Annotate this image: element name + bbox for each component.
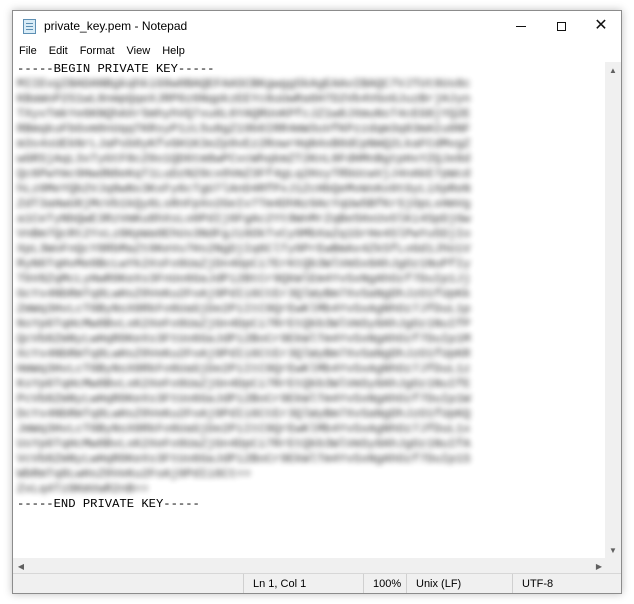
blurred-key-line: PcVb8ZmNyLwHqR0KeXs3FtUo6GaJdPi2BoCr9EkW…: [17, 392, 471, 406]
scroll-down-icon[interactable]: ▼: [605, 542, 621, 558]
scroll-up-icon[interactable]: ▲: [605, 62, 621, 78]
menu-bar: File Edit Format View Help: [13, 41, 621, 61]
notepad-icon: [23, 18, 36, 34]
blurred-key-line: ZdT3aHwU8jMcVb1kQy6LsRnFpXo2GeIv7Tm4DhNz…: [17, 197, 471, 211]
blurred-key-line: TXyvTmkYe6KNQhAXr5mhyhVQ7xu6L6YAQRUoKPfc…: [17, 107, 471, 121]
close-icon: ✕: [594, 17, 608, 34]
blurred-key-line: JmWq3HvLcT0ByNsX8RkFo6UaGjDe2PiItC9QrEwK…: [17, 422, 471, 436]
blurred-key-line: XpL3WoFnQcY8RbMaZt0KeVu7Hs2NgDjIq6ClTy9P…: [17, 242, 471, 256]
menu-help[interactable]: Help: [156, 45, 191, 57]
window-title: private_key.pem - Notepad: [44, 19, 188, 33]
blurred-key-content: MIIEvgIBADANBgkqhkiG9w0BAQEFAASCBKgwggSk…: [13, 77, 607, 497]
blurred-key-line: UsYp6TqHcMw0BvLxK2XeFo9UaZjGn4DpCi7RrEtQ…: [17, 437, 471, 451]
minimize-icon: [516, 25, 526, 27]
menu-view[interactable]: View: [121, 45, 157, 57]
maximize-icon: [556, 21, 566, 31]
blurred-key-line: XcYx4NbRmTq8LwHsZ0VeKu2FoAj9PdIi6CtEr3Ql…: [17, 347, 471, 361]
blurred-key-line: GcYx4NbRmTq8LwHsZ0VeKu2FoAj9PdIi6CtEr3Ql…: [17, 287, 471, 301]
title-bar[interactable]: private_key.pem - Notepad ✕: [13, 11, 621, 41]
blurred-key-line: HmWq3HvLcT0ByNsX8RkFo6UaGjDe2PiItC9QrEwK…: [17, 362, 471, 376]
vertical-scrollbar[interactable]: ▲ ▼: [605, 62, 621, 558]
cursor-position: Ln 1, Col 1: [243, 574, 353, 593]
blurred-key-line: ZxLq4Tz8KmVwR2nB==: [17, 482, 149, 496]
blurred-key-line: KBaWoP2S1wL8nmpQqeXJRP0z6NqpkzEEYc8uUwRa…: [17, 92, 471, 106]
blurred-key-line: MIIEvgIBADANBgkqhkiG9w0BAQEFAASCBKgwggSk…: [17, 77, 471, 91]
blurred-key-line: QcVb8ZmNyLwHqR0KeXs3FtUo6GaJdPi2BoCr9EkW…: [17, 332, 471, 346]
menu-file[interactable]: File: [13, 45, 43, 57]
window-controls: ✕: [501, 11, 621, 41]
blurred-key-line: hLz0MeYQb2VJq8wNs3KxFy6cTgU7lAnD4RfPxJ1Z…: [17, 182, 471, 196]
status-bar: Ln 1, Col 1 100% Unix (LF) UTF-8: [13, 573, 621, 593]
encoding: UTF-8: [512, 574, 621, 593]
close-button[interactable]: ✕: [581, 11, 621, 41]
blurred-key-line: ZmWq3HvLcT0ByNsX8RkFo6UaGjDe2PiItC9QrEwK…: [17, 302, 471, 316]
blurred-key-line: RBmqkuFbGvm0nUqqTKRsyP1zL5u8gZ19b6IRR4mW…: [17, 122, 471, 136]
menu-format[interactable]: Format: [74, 45, 121, 57]
horizontal-scrollbar[interactable]: ◀ ▶: [13, 558, 607, 574]
blurred-key-line: VcVb8ZmNyLwHqR0KeXs3FtUo6GaJdPi2BoCr9EkW…: [17, 452, 471, 466]
blurred-key-line: RyN6TqHvMe0BcLwYk2XsFo9UaZjDn4GpCi7ErKtQ…: [17, 257, 471, 271]
blurred-key-line: DcYx4NbRmTq8LwHsZ0VeKu2FoAj9PdIi6CtEr3Ql…: [17, 407, 471, 421]
blurred-key-line: NsYp6TqHcMw0BvLxK2XeFo9UaZjGn4DpCi7RrEtQ…: [17, 317, 471, 331]
maximize-button[interactable]: [541, 11, 581, 41]
blurred-key-line: a1CeTyNbQwE3RzVmKu8hXsLo0PdIj6FgAc2Yt9Wn…: [17, 212, 471, 226]
blurred-key-line: KsYp6TqHcMw0BvLxK2XeFo9UaZjGn4DpCi7RrEtQ…: [17, 377, 471, 391]
begin-key-line: -----BEGIN PRIVATE KEY-----: [17, 62, 215, 76]
blurred-key-line: WbRmTq8LwHsZ0VeKu2FoAj9PdIi6Ct==: [17, 467, 252, 481]
menu-edit[interactable]: Edit: [43, 45, 74, 57]
zoom-level: 100%: [363, 574, 406, 593]
blurred-key-line: Qc6PwYmc9HwdN8eKqT1LuDzN29cx0VmZ3Ff4gLq2…: [17, 167, 471, 181]
end-key-line: -----END PRIVATE KEY-----: [17, 497, 200, 511]
notepad-window: private_key.pem - Notepad ✕ File Edit Fo…: [12, 10, 622, 594]
blurred-key-line: VnBm7QcRt2YxLz8KpWa0EhUs3NdFgJi6OkTvCy9M…: [17, 227, 471, 241]
scrollbar-corner: [605, 558, 621, 574]
blurred-key-line: m3s4sUEkNrLJaPsb0yKfvGH1K3eZp9vEz2RowrHq…: [17, 137, 471, 151]
line-ending: Unix (LF): [406, 574, 512, 593]
blurred-key-line: TbV8ZqMcLyHwR0KeXs3FnUo6GaJdPi2BtCr9QkWl…: [17, 272, 471, 286]
text-editor[interactable]: -----BEGIN PRIVATE KEY----- MIIEvgIBADAN…: [13, 62, 607, 558]
scroll-left-icon[interactable]: ◀: [13, 558, 29, 574]
minimize-button[interactable]: [501, 11, 541, 41]
blurred-key-line: wGRSjAqL3xTyGtF8cZ0o1QD6tm8wPCvcWhqkmZT2…: [17, 152, 471, 166]
